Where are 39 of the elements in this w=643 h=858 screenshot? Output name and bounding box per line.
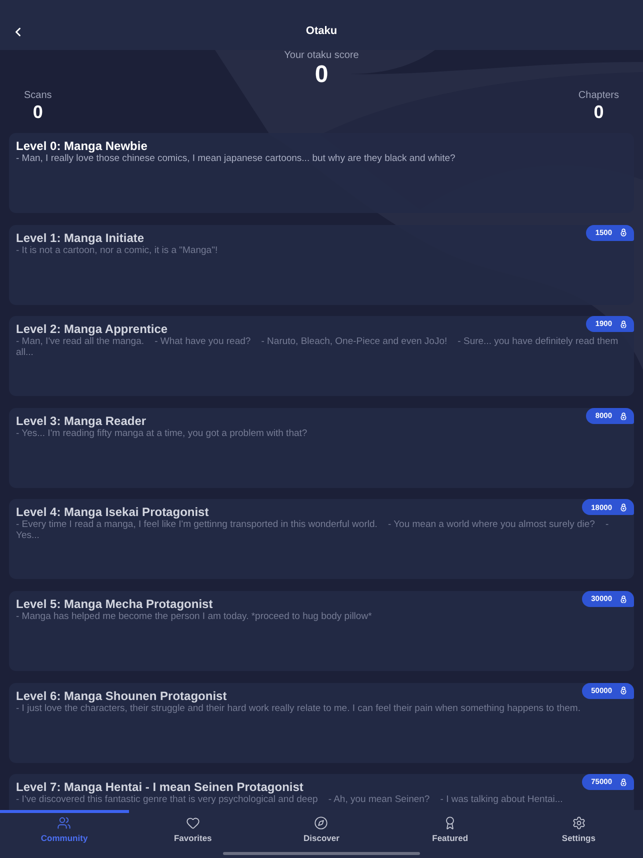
- level-description: - Yes... I'm reading fifty manga at a time, you got a problem with that?: [16, 428, 308, 439]
- tab[interactable]: Featured: [386, 810, 514, 843]
- screen-title: Otaku: [306, 25, 338, 38]
- score-label: Your otaku score: [284, 50, 359, 62]
- level-title: Level 4: Manga Isekai Protagonist: [16, 505, 209, 520]
- level-title: Level 7: Manga Hentai - I mean Seinen Protagonist: [16, 780, 304, 794]
- lock-icon: [620, 503, 627, 512]
- tab[interactable]: Settings: [514, 810, 643, 843]
- compass-icon: [314, 816, 328, 830]
- level-description: - Man, I've read all the manga. - What have you read? - Naruto, Bleach, One-Piece and even JoJo! - Sure... you have definitely read them all...: [16, 336, 620, 358]
- level-title: Level 6: Manga Shounen Protagonist: [16, 688, 227, 703]
- heart-icon: [186, 816, 200, 830]
- level-description: - I've discovered this fantastic genre that is very psychological and deep - Ah, you mean Seinen? - I was talking about Hentai...: [16, 794, 564, 806]
- score-value: 0: [314, 62, 328, 88]
- level-description: - Manga has helped me become the person I am today. *proceed to hug body pillow*: [16, 610, 373, 622]
- level-description: - I just love the characters, their struggle and their hard work really relate to me. I can feel their pain when something happens to them.: [16, 702, 582, 714]
- level-title: Level 2: Manga Apprentice: [16, 322, 168, 336]
- level-description: - Every time I read a manga, I feel like I'm gettinng transported in this wonderful world. - You mean a world where you almost surely die? - Yes...: [16, 519, 610, 542]
- tab[interactable]: Community: [0, 810, 129, 843]
- level-description: - It is not a cartoon, nor a comic, it is a "Manga"!: [16, 244, 219, 256]
- level-title: Level 1: Manga Initiate: [16, 230, 144, 245]
- lock-icon: [620, 228, 627, 237]
- stat-value: 0: [594, 102, 604, 122]
- stat-value: 0: [32, 102, 43, 122]
- lock-icon: [620, 686, 627, 695]
- level-title: Level 5: Manga Mecha Protagonist: [16, 596, 213, 611]
- level-title: Level 0: Manga Newbie: [16, 139, 148, 153]
- level-title: Level 3: Manga Reader: [16, 414, 146, 428]
- users-icon: [57, 816, 72, 830]
- level-description: - Man, I really love those chinese comics, I mean japanese cartoons... but why are they black and white?: [16, 153, 456, 164]
- tab[interactable]: Discover: [257, 810, 386, 843]
- lock-icon: [620, 778, 627, 786]
- lock-icon: [620, 320, 627, 328]
- stat-label: Chapters: [578, 90, 619, 102]
- lock-icon: [620, 594, 627, 604]
- settings-icon: [572, 816, 586, 830]
- lock-icon: [620, 412, 627, 420]
- stat-label: Scans: [24, 90, 52, 102]
- tab[interactable]: Favorites: [128, 810, 258, 843]
